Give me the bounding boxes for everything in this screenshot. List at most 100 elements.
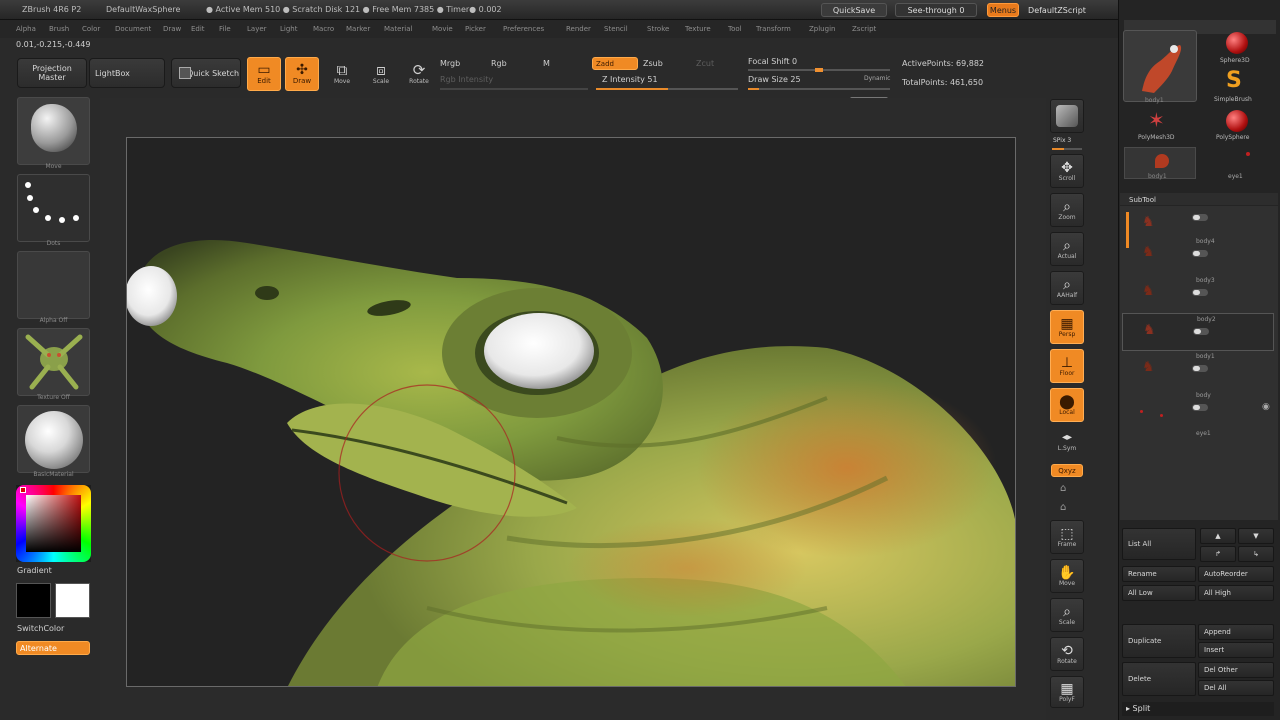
menu-tool[interactable]: Tool <box>728 25 742 33</box>
visibility-toggle[interactable] <box>1192 289 1208 296</box>
quicksave-button[interactable]: QuickSave <box>821 3 887 17</box>
alpha-picker[interactable] <box>17 251 90 319</box>
menu-alpha[interactable]: Alpha <box>16 25 36 33</box>
menu-color[interactable]: Color <box>82 25 100 33</box>
frame-button[interactable]: ⬚ Frame <box>1050 520 1084 554</box>
material-picker[interactable] <box>17 405 90 473</box>
floor-button[interactable]: ⊥ Floor <box>1050 349 1084 383</box>
visibility-toggle[interactable] <box>1193 328 1209 335</box>
rename-button[interactable]: Rename <box>1122 566 1196 582</box>
qxyz-toggle[interactable]: Qxyz <box>1051 464 1083 477</box>
subtool-row[interactable]: eye1 <box>1122 428 1274 466</box>
document-canvas[interactable] <box>126 137 1016 687</box>
menu-render[interactable]: Render <box>566 25 591 33</box>
simplebrush-icon[interactable]: S <box>1226 70 1242 92</box>
alternate-toggle[interactable]: Alternate <box>16 641 90 655</box>
rotate-mode-button[interactable]: ⟳ Rotate <box>402 57 436 91</box>
polyf-button[interactable]: ▦ PolyF <box>1050 676 1084 708</box>
color-picker[interactable] <box>16 485 91 562</box>
move-mode-button[interactable]: ⧉ Move <box>325 57 359 91</box>
actual-button[interactable]: ⌕ Actual <box>1050 232 1084 266</box>
bpr-render-button[interactable] <box>1050 99 1084 133</box>
menus-toggle[interactable]: Menus <box>987 3 1019 17</box>
zadd-toggle[interactable]: Zadd <box>592 57 638 70</box>
menu-stencil[interactable]: Stencil <box>604 25 628 33</box>
rgb-toggle[interactable]: Rgb <box>491 59 507 68</box>
menu-transform[interactable]: Transform <box>756 25 791 33</box>
menu-material[interactable]: Material <box>384 25 412 33</box>
autoreorder-button[interactable]: AutoReorder <box>1198 566 1274 582</box>
subtool-row-selected[interactable]: body2 ♞ <box>1122 313 1274 351</box>
menu-zplugin[interactable]: Zplugin <box>809 25 835 33</box>
y-axis-icon[interactable]: ⌂ <box>1060 483 1066 494</box>
menu-document[interactable]: Document <box>115 25 151 33</box>
main-color-swatch[interactable] <box>55 583 90 618</box>
secondary-color-swatch[interactable] <box>16 583 51 618</box>
texture-picker[interactable] <box>17 328 90 396</box>
menu-draw[interactable]: Draw <box>163 25 181 33</box>
hue-marker[interactable] <box>20 487 26 493</box>
current-tool-thumbnail[interactable] <box>1123 30 1197 102</box>
visibility-toggle[interactable] <box>1192 250 1208 257</box>
scale-mode-button[interactable]: ⧈ Scale <box>364 57 398 91</box>
move-down-button[interactable]: ▼ <box>1238 528 1274 544</box>
menu-brush[interactable]: Brush <box>49 25 69 33</box>
quick-sketch-button[interactable]: Quick Sketch <box>171 58 241 88</box>
visibility-toggle[interactable] <box>1192 365 1208 372</box>
subtool-row[interactable]: body1 ♞ <box>1122 351 1274 389</box>
edit-mode-button[interactable]: ▭ Edit <box>247 57 281 91</box>
eye-visibility-icon[interactable]: ◉ <box>1262 402 1270 412</box>
menu-marker[interactable]: Marker <box>346 25 370 33</box>
all-low-button[interactable]: All Low <box>1122 585 1196 601</box>
sphere3d-icon[interactable] <box>1226 32 1248 54</box>
menu-zscript[interactable]: Zscript <box>852 25 876 33</box>
local-button[interactable]: ⬤ Local <box>1050 388 1084 422</box>
scale-view-button[interactable]: ⌕ Scale <box>1050 598 1084 632</box>
dynamic-toggle[interactable]: Dynamic <box>864 75 890 82</box>
saturation-square[interactable] <box>26 495 81 552</box>
move-view-button[interactable]: ✋ Move <box>1050 559 1084 593</box>
del-other-button[interactable]: Del Other <box>1198 662 1274 678</box>
menu-layer[interactable]: Layer <box>247 25 267 33</box>
delete-button[interactable]: Delete <box>1122 662 1196 696</box>
menu-stroke[interactable]: Stroke <box>647 25 669 33</box>
zsub-toggle[interactable]: Zsub <box>643 59 663 68</box>
all-high-button[interactable]: All High <box>1198 585 1274 601</box>
default-zscript-button[interactable]: DefaultZScript <box>1021 3 1093 17</box>
brush-picker[interactable] <box>17 97 90 165</box>
move-down-right-button[interactable]: ↳ <box>1238 546 1274 562</box>
menu-movie[interactable]: Movie <box>432 25 453 33</box>
menu-edit[interactable]: Edit <box>191 25 205 33</box>
menu-light[interactable]: Light <box>280 25 297 33</box>
scroll-button[interactable]: ✥ Scroll <box>1050 154 1084 188</box>
polymesh3d-icon[interactable]: ✶ <box>1148 110 1165 130</box>
zcut-toggle[interactable]: Zcut <box>696 59 714 68</box>
draw-mode-button[interactable]: ✣ Draw <box>285 57 319 91</box>
zoom-button[interactable]: ⌕ Zoom <box>1050 193 1084 227</box>
spix-slider[interactable]: SPix 3 <box>1053 137 1071 144</box>
subtool-row[interactable]: body ◉ <box>1122 390 1274 428</box>
rotate-view-button[interactable]: ⟲ Rotate <box>1050 637 1084 671</box>
aahalf-button[interactable]: ⌕ AAHalf <box>1050 271 1084 305</box>
draw-size-slider[interactable]: Draw Size 25 <box>748 75 801 84</box>
sculpted-creature-model[interactable] <box>127 138 1016 687</box>
focal-shift-slider[interactable]: Focal Shift 0 <box>748 57 797 66</box>
mrgb-toggle[interactable]: Mrgb <box>440 59 460 68</box>
z-axis-icon[interactable]: ⌂ <box>1060 502 1066 513</box>
move-up-right-button[interactable]: ↱ <box>1200 546 1236 562</box>
m-toggle[interactable]: M <box>543 59 550 68</box>
gradient-toggle[interactable]: Gradient <box>17 566 52 575</box>
visibility-toggle[interactable] <box>1192 214 1208 221</box>
visibility-toggle[interactable] <box>1192 404 1208 411</box>
move-up-button[interactable]: ▲ <box>1200 528 1236 544</box>
menu-preferences[interactable]: Preferences <box>503 25 544 33</box>
menu-texture[interactable]: Texture <box>685 25 711 33</box>
subtool-row[interactable]: body4 ♞ <box>1122 236 1274 274</box>
see-through-slider[interactable]: See-through 0 <box>895 3 977 17</box>
append-button[interactable]: Append <box>1198 624 1274 640</box>
list-all-button[interactable]: List All <box>1122 528 1196 560</box>
polysphere-icon[interactable] <box>1226 110 1248 132</box>
del-all-button[interactable]: Del All <box>1198 680 1274 696</box>
stroke-picker[interactable] <box>17 174 90 242</box>
menu-picker[interactable]: Picker <box>465 25 486 33</box>
